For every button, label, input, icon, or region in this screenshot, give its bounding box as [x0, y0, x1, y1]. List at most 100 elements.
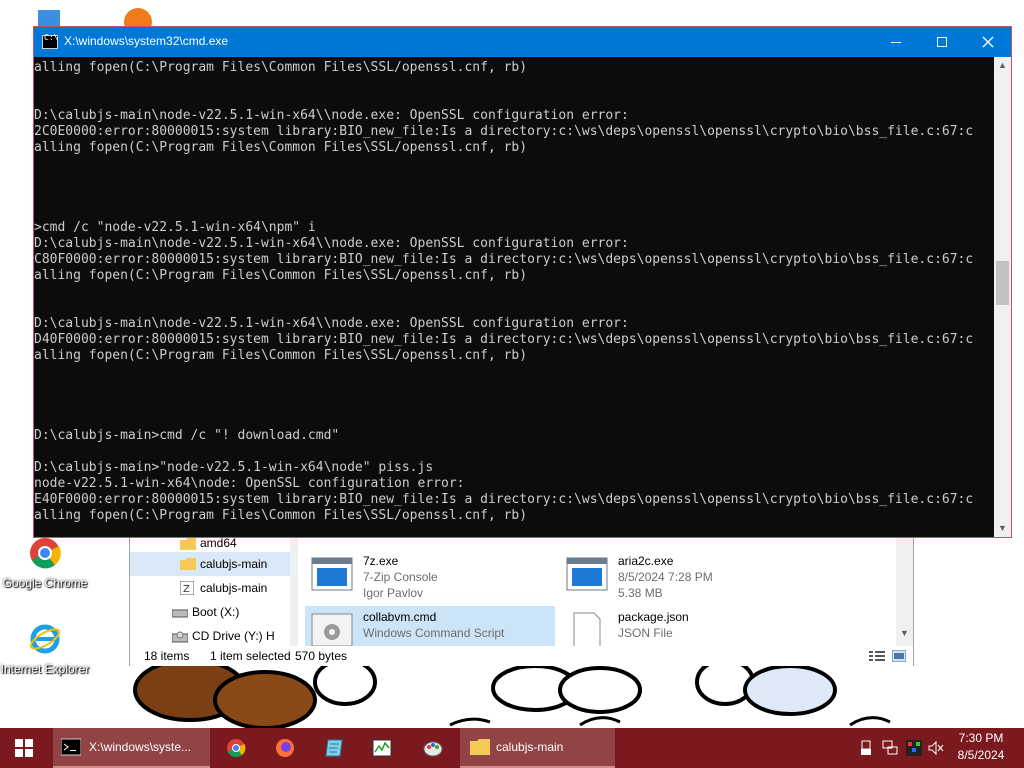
folder-icon: [180, 558, 196, 570]
file-type: Windows Command Script: [363, 626, 505, 640]
file-size: 5.38 MB: [618, 586, 663, 600]
clock[interactable]: 7:30 PM 8/5/2024: [950, 730, 1012, 766]
tiles-view-icon[interactable]: [892, 650, 906, 662]
console-line: D:\calubjs-main\node-v22.5.1-win-x64\\no…: [34, 236, 629, 251]
desktop-icon-chrome[interactable]: Google Chrome: [0, 536, 90, 590]
nav-item-label: amd64: [200, 536, 237, 550]
status-bar: 18 items 1 item selected 570 bytes: [130, 646, 913, 666]
details-view-icon[interactable]: [869, 650, 885, 662]
nav-pane-scrollbar[interactable]: [290, 536, 298, 646]
file-name: 7z.exe: [363, 554, 399, 568]
usb-icon[interactable]: [858, 740, 874, 756]
close-button[interactable]: [965, 27, 1011, 57]
console-line: C80F0000:error:80000015:system library:B…: [34, 252, 974, 267]
selection-size: 570 bytes: [295, 649, 348, 663]
chrome-icon: [30, 538, 61, 569]
network-icon[interactable]: [882, 740, 898, 756]
close-icon: [982, 36, 994, 48]
nav-item-boot-drive[interactable]: Boot (X:): [130, 600, 290, 624]
file-date: 8/5/2024 7:28 PM: [618, 570, 713, 584]
taskbar-explorer-button[interactable]: calubjs-main: [460, 728, 615, 768]
console-line: D:\calubjs-main\node-v22.5.1-win-x64\\no…: [34, 108, 629, 123]
file-name: collabvm.cmd: [363, 610, 437, 624]
item-count: 18 items: [144, 649, 190, 663]
console-line: node-v22.5.1-win-x64\node: OpenSSL confi…: [34, 476, 465, 491]
file-list-scrollbar[interactable]: ▼: [896, 536, 913, 646]
svg-text:Z: Z: [183, 584, 190, 595]
scroll-thumb[interactable]: [996, 261, 1009, 305]
notepad-icon: [325, 739, 343, 757]
console-line: D:\calubjs-main>"node-v22.5.1-win-x64\no…: [34, 460, 434, 475]
minimize-button[interactable]: [873, 27, 919, 57]
console-line: alling fopen(C:\Program Files\Common Fil…: [34, 60, 528, 75]
console-scrollbar[interactable]: ▲ ▼: [994, 57, 1011, 537]
clock-time: 7:30 PM: [958, 731, 1004, 745]
nav-item-label: Boot (X:): [192, 605, 240, 619]
console-output[interactable]: alling fopen(C:\Program Files\Common Fil…: [34, 57, 995, 537]
firefox-icon: [276, 739, 294, 757]
paint-icon: [423, 741, 443, 757]
scroll-down-arrow-icon[interactable]: ▼: [994, 520, 1011, 537]
file-name: aria2c.exe: [618, 554, 674, 568]
cmd-icon: [61, 738, 81, 756]
exe-icon: [566, 557, 608, 591]
cmd-window: C:\ X:\windows\system32\cmd.exe alling f…: [33, 26, 1012, 538]
file-icon: [573, 612, 601, 648]
console-line: alling fopen(C:\Program Files\Common Fil…: [34, 140, 528, 155]
taskbar-chrome[interactable]: [212, 728, 260, 768]
taskbar-button-label: calubjs-main: [496, 740, 564, 754]
taskbar-cmd-button[interactable]: X:\windows\syste...: [53, 728, 210, 768]
cmd-icon: C:\: [42, 33, 58, 49]
selection-count: 1 item selected: [210, 649, 291, 663]
file-list: 7z.exe 7-Zip Console Igor Pavlov aria2c.…: [300, 536, 900, 658]
console-line: D:\calubjs-main\node-v22.5.1-win-x64\\no…: [34, 316, 629, 331]
window-title: X:\windows\system32\cmd.exe: [64, 34, 229, 48]
file-explorer-window: amd64 calubjs-main Z calubjs-main Boot (…: [129, 535, 914, 666]
file-description: 7-Zip Console: [363, 570, 438, 584]
navigation-pane: amd64 calubjs-main Z calubjs-main Boot (…: [130, 536, 290, 646]
nav-item-calubjs-main[interactable]: calubjs-main: [130, 552, 290, 576]
gear-script-icon: [311, 613, 353, 647]
file-item-aria2c[interactable]: aria2c.exe 8/5/2024 7:28 PM 5.38 MB: [560, 550, 810, 602]
nav-item-label: CD Drive (Y:) H: [192, 629, 275, 643]
desktop-icon-label: Internet Explorer: [0, 662, 90, 676]
chrome-icon: [227, 739, 246, 758]
clock-date: 8/5/2024: [957, 748, 1005, 762]
desktop-icon-internet-explorer[interactable]: Internet Explorer: [0, 622, 90, 676]
scroll-up-arrow-icon[interactable]: ▲: [994, 57, 1011, 74]
exe-icon: [311, 557, 353, 591]
file-item-7z[interactable]: 7z.exe 7-Zip Console Igor Pavlov: [305, 550, 555, 602]
file-type: JSON File: [618, 626, 673, 640]
console-line: D40F0000:error:80000015:system library:B…: [34, 332, 974, 347]
nav-item-cd-drive[interactable]: CD Drive (Y:) H: [130, 624, 290, 648]
volume-muted-icon[interactable]: [928, 740, 944, 756]
windows-logo-icon: [15, 739, 33, 757]
internet-explorer-icon: [29, 624, 61, 654]
cmd-titlebar[interactable]: C:\ X:\windows\system32\cmd.exe: [34, 27, 1011, 57]
taskbar-notepad[interactable]: [310, 728, 358, 768]
taskbar: X:\windows\syste... calubjs-main 7:30 PM…: [0, 728, 1024, 768]
console-line: alling fopen(C:\Program Files\Common Fil…: [34, 268, 528, 283]
scroll-down-arrow-icon[interactable]: ▼: [900, 628, 909, 638]
console-line: D:\calubjs-main>cmd /c "! download.cmd": [34, 428, 340, 443]
maximize-button[interactable]: [919, 27, 965, 57]
folder-icon: [470, 739, 490, 755]
nav-item-label: calubjs-main: [200, 581, 268, 595]
cd-drive-icon: [172, 631, 188, 643]
color-icon[interactable]: [906, 740, 922, 756]
maximize-icon: [937, 37, 947, 47]
taskbar-firefox[interactable]: [261, 728, 309, 768]
console-line: alling fopen(C:\Program Files\Common Fil…: [34, 508, 528, 523]
start-button[interactable]: [0, 728, 48, 768]
drive-icon: [172, 609, 188, 618]
drive-icon: Z: [180, 581, 194, 595]
taskbar-paint[interactable]: [409, 728, 457, 768]
taskbar-task-manager[interactable]: [358, 728, 406, 768]
task-manager-icon: [372, 739, 392, 757]
console-line: 2C0E0000:error:80000015:system library:B…: [34, 124, 974, 139]
folder-icon: [180, 538, 196, 550]
taskbar-button-label: X:\windows\syste...: [89, 740, 192, 754]
nav-item-calubjs-main-drive[interactable]: Z calubjs-main: [130, 576, 290, 600]
file-name: package.json: [618, 610, 689, 624]
desktop-icon-label: Google Chrome: [2, 576, 88, 590]
